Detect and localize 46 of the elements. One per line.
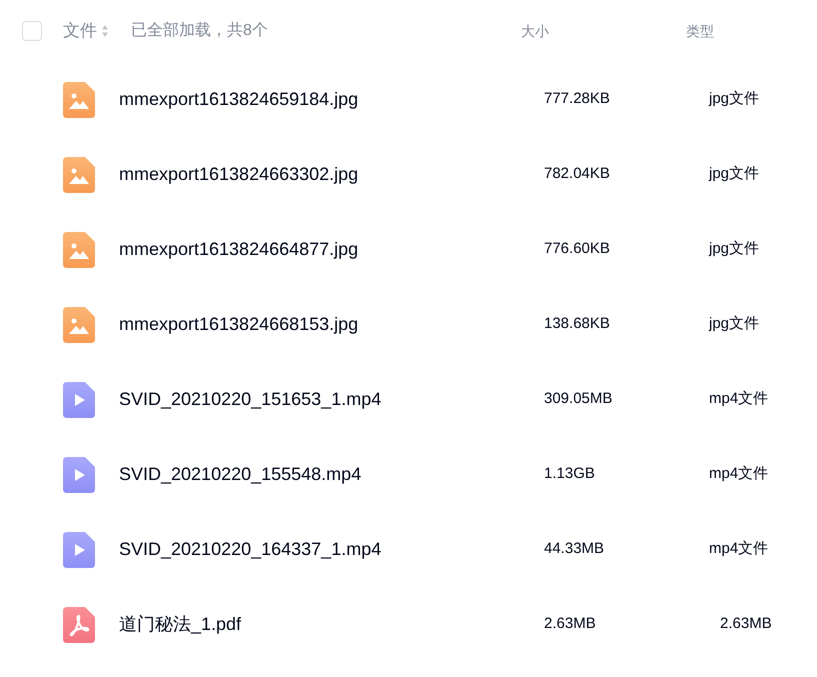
file-size: 2.63MB xyxy=(544,614,597,634)
file-type: 2.63MB xyxy=(720,614,772,634)
load-status: 已全部加载，共8个 xyxy=(131,20,269,41)
video-file-icon xyxy=(63,532,95,568)
file-type: jpg文件 xyxy=(709,314,760,334)
file-row[interactable]: SVID_20210220_164337_1.mp4 44.33MB mp4文件 xyxy=(0,512,817,587)
type-column-header: 类型 xyxy=(686,22,714,40)
file-row[interactable]: mmexport1613824664877.jpg 776.60KB jpg文件 xyxy=(0,212,817,287)
file-row[interactable]: mmexport1613824663302.jpg 782.04KB jpg文件 xyxy=(0,137,817,212)
file-name: SVID_20210220_155548.mp4 xyxy=(119,463,362,486)
file-name: SVID_20210220_164337_1.mp4 xyxy=(119,538,382,561)
pdf-file-icon xyxy=(63,606,95,642)
file-size: 782.04KB xyxy=(544,164,611,184)
image-file-icon xyxy=(63,306,95,342)
file-name: mmexport1613824659184.jpg xyxy=(119,88,360,111)
file-name: mmexport1613824663302.jpg xyxy=(119,163,360,186)
file-row[interactable]: mmexport1613824659184.jpg 777.28KB jpg文件 xyxy=(0,62,817,137)
file-size: 44.33MB xyxy=(544,539,606,560)
video-file-icon xyxy=(63,382,95,418)
file-name: mmexport1613824668153.jpg xyxy=(119,313,360,336)
image-file-icon xyxy=(63,82,95,118)
file-size: 777.28KB xyxy=(544,89,611,110)
file-name: SVID_20210220_151653_1.mp4 xyxy=(119,388,382,411)
video-file-icon xyxy=(63,456,95,492)
select-all-checkbox[interactable] xyxy=(22,21,42,41)
file-size: 776.60KB xyxy=(544,239,611,260)
file-size: 309.05MB xyxy=(544,389,614,410)
file-row[interactable]: SVID_20210220_151653_1.mp4 309.05MB mp4文件 xyxy=(0,362,817,437)
sort-icon[interactable] xyxy=(101,24,109,38)
image-file-icon xyxy=(63,232,95,268)
file-name: mmexport1613824664877.jpg xyxy=(119,238,360,261)
file-type: mp4文件 xyxy=(709,389,768,410)
file-type: jpg文件 xyxy=(709,89,760,110)
file-type: jpg文件 xyxy=(709,164,760,184)
file-row[interactable]: 道门秘法_1.pdf 2.63MB 2.63MB xyxy=(0,587,817,662)
file-size: 138.68KB xyxy=(544,314,611,334)
file-name: 道门秘法_1.pdf xyxy=(119,613,242,636)
file-size: 1.13GB xyxy=(544,464,596,484)
file-row[interactable]: mmexport1613824668153.jpg 138.68KB jpg文件 xyxy=(0,287,817,362)
file-column-header[interactable]: 文件 xyxy=(63,18,97,44)
image-file-icon xyxy=(63,156,95,192)
file-row[interactable]: SVID_20210220_155548.mp4 1.13GB mp4文件 xyxy=(0,437,817,512)
file-type: mp4文件 xyxy=(709,464,768,484)
file-type: jpg文件 xyxy=(709,239,760,260)
file-type: mp4文件 xyxy=(709,539,768,560)
size-column-header: 大小 xyxy=(521,22,550,40)
